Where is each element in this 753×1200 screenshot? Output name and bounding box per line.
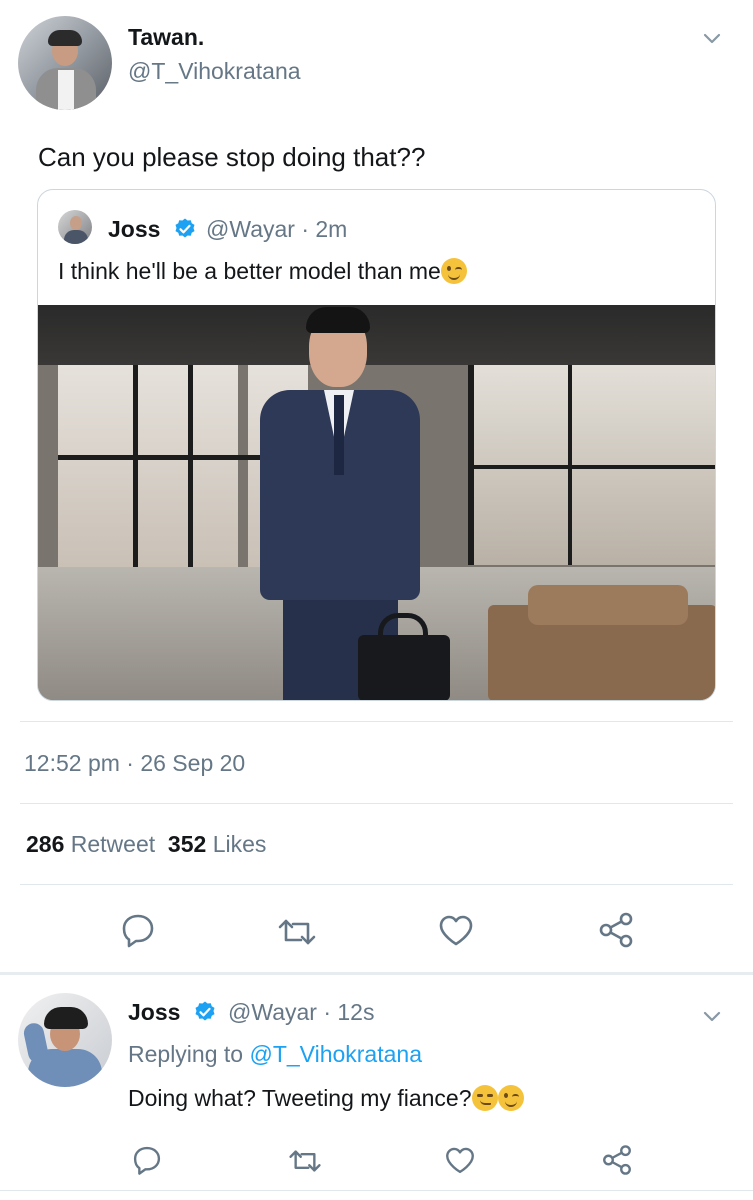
photo-bag xyxy=(358,635,450,700)
divider xyxy=(0,1190,753,1191)
author-name[interactable]: Tawan. xyxy=(128,24,204,51)
chevron-down-icon[interactable] xyxy=(702,1006,722,1026)
replying-prefix: Replying to xyxy=(128,1041,244,1067)
retweet-icon[interactable] xyxy=(277,912,317,952)
verified-badge-icon xyxy=(193,1000,217,1024)
winking-face-emoji-icon xyxy=(440,258,467,284)
divider xyxy=(20,884,733,885)
reply-icon[interactable] xyxy=(118,910,158,950)
section-separator xyxy=(0,972,753,975)
tweet-timestamp[interactable]: 12:52 pm · 26 Sep 20 xyxy=(24,750,245,777)
tweet-text: Can you please stop doing that?? xyxy=(38,142,426,172)
avatar-shirt xyxy=(58,70,74,110)
avatar-hair xyxy=(44,1007,88,1029)
retweet-count[interactable]: 286 xyxy=(26,831,64,857)
retweet-icon[interactable] xyxy=(288,1144,322,1178)
photo-mullion xyxy=(188,355,193,567)
reply-body: Doing what? Tweeting my fiance? xyxy=(128,1085,472,1111)
photo-mullion xyxy=(468,465,715,469)
like-icon[interactable] xyxy=(443,1143,477,1177)
winking-face-emoji-icon xyxy=(497,1085,524,1111)
author-handle[interactable]: @T_Vihokratana xyxy=(128,58,301,85)
smirking-face-emoji-icon xyxy=(471,1085,498,1111)
photo-cushion xyxy=(528,585,688,625)
quoted-text: I think he'll be a better model than me xyxy=(58,258,441,284)
quoted-tweet-card[interactable]: Joss @Wayar · 2m I think he'll be a bett… xyxy=(37,189,716,701)
quoted-time: · 2m xyxy=(301,216,348,242)
photo-man-hair xyxy=(306,307,370,333)
like-count[interactable]: 352 xyxy=(168,831,206,857)
reply-author-name[interactable]: Joss xyxy=(128,999,180,1026)
share-icon[interactable] xyxy=(596,910,636,950)
author-avatar[interactable] xyxy=(18,16,112,110)
quoted-tweet-photo[interactable] xyxy=(38,305,715,700)
replying-to: Replying to @T_Vihokratana xyxy=(128,1041,422,1068)
chevron-down-icon[interactable] xyxy=(702,28,722,48)
reply-author-avatar[interactable] xyxy=(18,993,112,1087)
share-icon[interactable] xyxy=(600,1143,634,1177)
verified-badge-icon xyxy=(173,217,197,241)
retweet-label[interactable]: Retweet xyxy=(71,831,155,857)
replying-handle-link[interactable]: @T_Vihokratana xyxy=(249,1041,422,1067)
quoted-tweet-text: I think he'll be a better model than me xyxy=(58,258,467,285)
divider xyxy=(20,721,733,722)
reply-handle-text: @Wayar xyxy=(228,999,317,1025)
like-icon[interactable] xyxy=(436,910,476,950)
avatar-face xyxy=(70,216,82,230)
tweet-stats: 286 Retweet 352 Likes xyxy=(26,831,266,858)
avatar-body xyxy=(64,230,88,244)
photo-window xyxy=(58,355,238,567)
divider xyxy=(20,803,733,804)
quoted-handle-text: @Wayar xyxy=(206,216,295,242)
reply-icon[interactable] xyxy=(130,1143,164,1177)
quoted-author-avatar xyxy=(58,210,92,244)
photo-mullion xyxy=(133,355,138,567)
reply-time: · 12s xyxy=(323,999,375,1025)
photo-man-tie xyxy=(334,395,344,475)
reply-author-handle[interactable]: @Wayar · 12s xyxy=(228,999,374,1026)
quoted-author-handle: @Wayar · 2m xyxy=(206,216,347,243)
quoted-author-name: Joss xyxy=(108,216,161,242)
avatar-hair xyxy=(48,30,82,46)
like-label[interactable]: Likes xyxy=(213,831,267,857)
photo-ceiling xyxy=(38,305,715,365)
reply-text: Doing what? Tweeting my fiance? xyxy=(128,1085,524,1112)
